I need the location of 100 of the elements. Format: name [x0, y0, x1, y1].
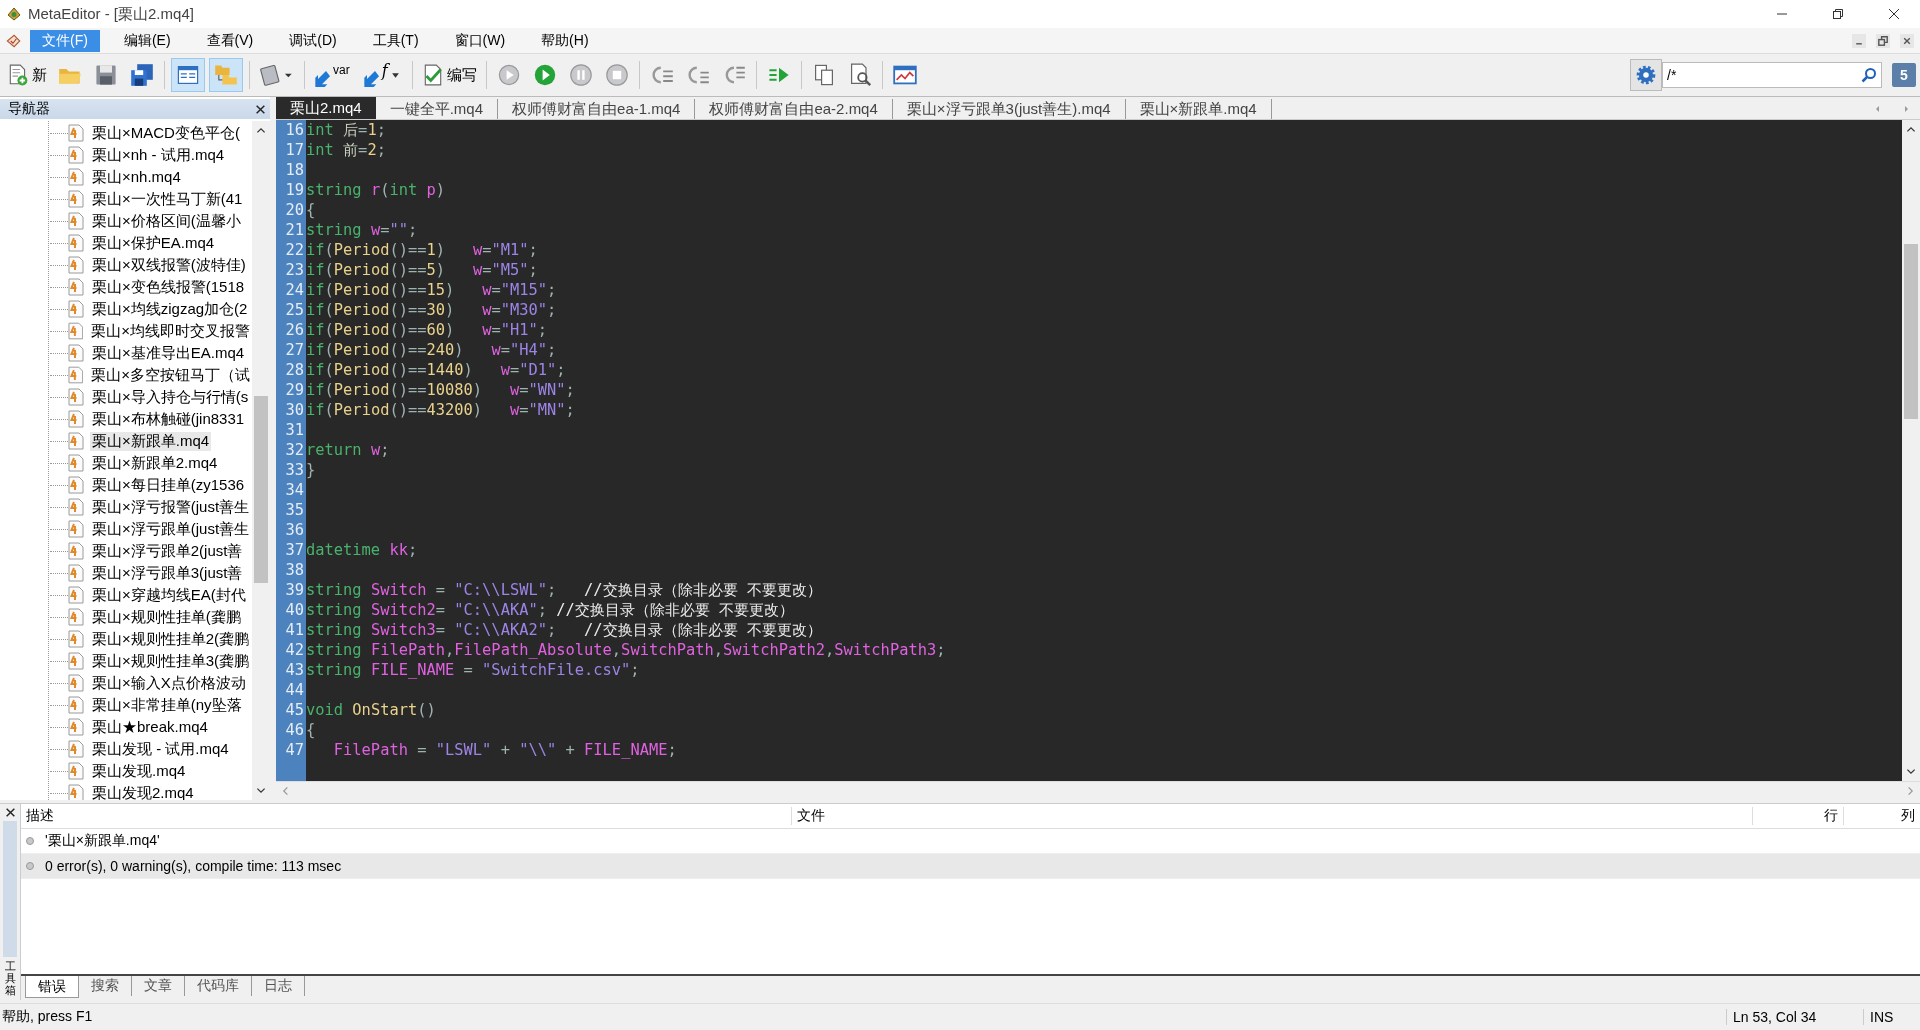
panel-tab[interactable]: 文章 [132, 976, 185, 996]
tree-item[interactable]: 栗山×均线即时交叉报警 [89, 321, 252, 341]
menu-item[interactable]: 窗口(W) [442, 29, 518, 52]
code-line: if(Period()==15) w="M15"; [306, 280, 557, 300]
tree-item[interactable]: 栗山×穿越均线EA(封代 [90, 585, 248, 605]
tree-item[interactable]: 栗山×变色线报警(1518 [90, 277, 247, 297]
line-number: 47 [276, 740, 306, 760]
tree-item[interactable]: 栗山×新跟单2.mq4 [90, 453, 220, 473]
scrollbar-thumb[interactable] [254, 396, 268, 583]
editor-tab[interactable]: 栗山×浮亏跟单3(just善生).mq4 [892, 99, 1126, 119]
restore-icon[interactable] [1832, 8, 1844, 20]
line-number: 45 [276, 700, 306, 720]
panel-tab[interactable]: 代码库 [185, 976, 252, 996]
tree-item[interactable]: 栗山×输入X点价格波动 [90, 673, 248, 693]
tree-item[interactable]: 栗山发现.mq4 [90, 761, 188, 781]
message-row[interactable]: 0 error(s), 0 warning(s), compile time: 113 msec [21, 854, 1920, 879]
close-icon[interactable] [1888, 8, 1900, 20]
app-icon [6, 6, 22, 22]
tree-item[interactable]: 栗山×价格区间(温馨小 [90, 211, 243, 231]
scroll-right-icon[interactable] [1902, 105, 1910, 113]
editor-tab[interactable]: 权师傅财富自由ea-1.mq4 [498, 99, 696, 119]
line-number: 32 [276, 440, 306, 460]
menu-item[interactable]: 帮助(H) [529, 29, 601, 52]
panel-tab[interactable]: 日志 [252, 976, 305, 996]
search-icon[interactable] [1861, 67, 1877, 83]
line-number: 31 [276, 420, 306, 440]
editor-tab[interactable]: 栗山×新跟单.mq4 [1125, 99, 1272, 119]
code-line: string r(int p) [306, 180, 446, 200]
scrollbar[interactable] [252, 121, 270, 800]
tree-item[interactable]: 栗山×基准导出EA.mq4 [90, 343, 247, 363]
code-line: FilePath = "LSWL" + "\\" + FILE_NAME; [332, 740, 677, 760]
tree-item[interactable]: 栗山×导入持仓与行情(s [90, 387, 251, 407]
status-text: 帮助, press F1 [1, 1008, 94, 1026]
close-icon[interactable] [1900, 33, 1914, 48]
code-line: { [306, 720, 316, 740]
tree-item[interactable]: 栗山×每日挂单(zy1536 [90, 475, 247, 495]
tree-item[interactable]: 栗山×浮亏跟单3(just善 [90, 563, 245, 583]
column-header[interactable]: 行 [1752, 807, 1843, 825]
tree-item[interactable]: 栗山×均线zigzag加仓(2 [90, 299, 250, 319]
tree-item[interactable]: 栗山×规则性挂单3(龚鹏 [90, 651, 252, 671]
tree-item[interactable]: 栗山发现2.mq4 [90, 783, 196, 800]
editor-tab[interactable]: 栗山2.mq4 [276, 97, 376, 119]
line-number: 18 [276, 160, 306, 180]
tree-item[interactable]: 栗山×新跟单.mq4 [90, 431, 212, 451]
column-header[interactable]: 描述 [21, 807, 791, 825]
tree-item[interactable]: 栗山×浮亏跟单(just善生 [90, 519, 252, 539]
line-number: 46 [276, 720, 306, 740]
tree-item[interactable]: 栗山×nh - 试用.mq4 [90, 145, 227, 165]
tree-item[interactable]: 栗山×布林触碰(jin8331 [90, 409, 247, 429]
minimize-icon[interactable] [1852, 33, 1866, 48]
close-icon[interactable] [255, 103, 266, 115]
new-button[interactable]: 新 [4, 59, 50, 91]
code-line: string Switch2= "C:\\AKA"; //交换目录（除非必要 不要更改） [306, 600, 795, 620]
panel-tab[interactable]: 搜索 [79, 976, 132, 996]
menu-item[interactable]: 查看(V) [194, 29, 266, 52]
editor-tab[interactable]: 一键全平.mq4 [375, 99, 499, 119]
column-header[interactable]: 文件 [791, 807, 1752, 825]
notification-badge[interactable]: 5 [1892, 63, 1916, 87]
settings-icon[interactable] [1630, 59, 1662, 91]
tree-item[interactable]: 栗山×规则性挂单2(龚鹏 [90, 629, 252, 649]
search-field[interactable]: /* [1662, 62, 1882, 88]
line-number: 41 [276, 620, 306, 640]
restore-icon[interactable] [1876, 33, 1890, 48]
tree-item[interactable]: 栗山×规则性挂单(龚鹏 [90, 607, 243, 627]
panel-icon[interactable] [171, 58, 205, 92]
insert-function-button[interactable]: f [359, 59, 406, 91]
tree-item[interactable]: 栗山×浮亏报警(just善生 [90, 497, 252, 517]
column-header[interactable]: 列 [1843, 807, 1920, 825]
tree-item[interactable]: 栗山×多空按钮马丁（试 [89, 365, 252, 385]
code-line: void OnStart() [306, 700, 436, 720]
menu-item[interactable]: 编辑(E) [111, 29, 183, 52]
line-number: 30 [276, 400, 306, 420]
line-number: 39 [276, 580, 306, 600]
tree-item[interactable]: 栗山×MACD变色平仓( [90, 123, 242, 143]
tree-item[interactable]: 栗山×双线报警(波特佳) [90, 255, 248, 275]
tree-item[interactable]: 栗山×非常挂单(ny坠落 [90, 695, 244, 715]
tree-item[interactable]: 栗山×一次性马丁新(41 [90, 189, 245, 209]
scroll-left-icon[interactable] [1874, 105, 1882, 113]
code-line: datetime kk; [306, 540, 418, 560]
insert-variable-button[interactable]: var [311, 59, 356, 91]
scrollbar-thumb[interactable] [1904, 244, 1918, 420]
line-number: 34 [276, 480, 306, 500]
code-line: if(Period()==1) w="M1"; [306, 240, 538, 260]
tree-item[interactable]: 栗山★break.mq4 [90, 717, 210, 737]
menu-item[interactable]: 工具(T) [360, 29, 431, 52]
close-icon[interactable] [4, 807, 16, 818]
code-line: string Switch3= "C:\\AKA2"; //交换目录（除非必要 不要更改） [306, 620, 822, 640]
tree-item[interactable]: 栗山×nh.mq4 [90, 167, 183, 187]
code-line: if(Period()==240) w="H4"; [306, 340, 557, 360]
compile-button[interactable]: 编写 [418, 59, 480, 91]
line-number: 22 [276, 240, 306, 260]
tree-item[interactable]: 栗山发现 - 试用.mq4 [90, 739, 231, 759]
cursor-position: Ln 53, Col 34 [1726, 1009, 1863, 1025]
panel-tab[interactable]: 错误 [25, 976, 79, 998]
menu-item[interactable]: 调试(D) [277, 29, 349, 52]
tree-item[interactable]: 栗山×保护EA.mq4 [90, 233, 217, 253]
line-number: 36 [276, 520, 306, 540]
new-file-icon [7, 64, 29, 86]
tree-item[interactable]: 栗山×浮亏跟单2(just善 [90, 541, 245, 561]
editor-tab[interactable]: 权师傅财富自由ea-2.mq4 [695, 99, 893, 119]
